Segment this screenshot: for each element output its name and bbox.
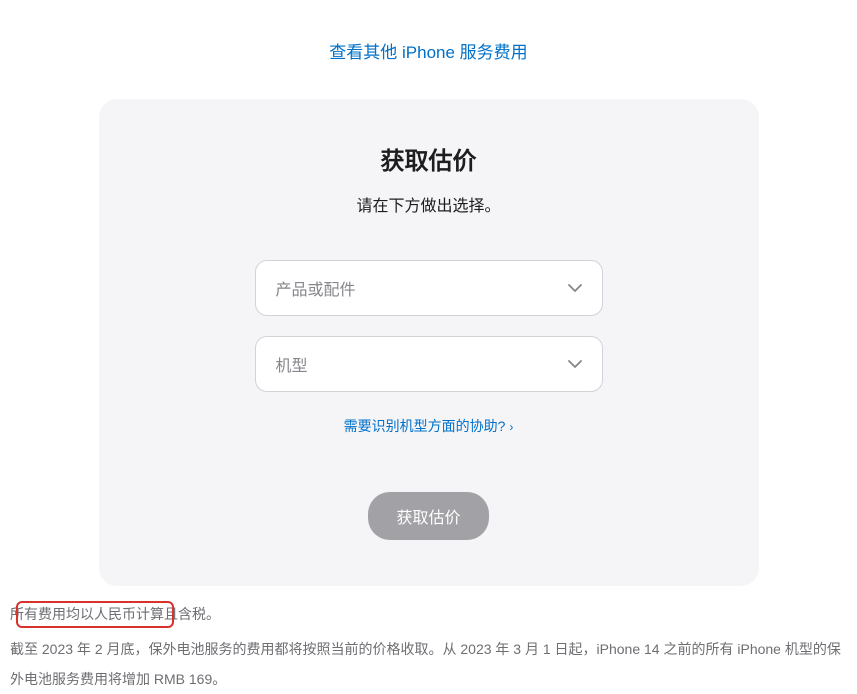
product-select-placeholder: 产品或配件 [276, 276, 356, 300]
footer-line-2: 截至 2023 年 2 月底，保外电池服务的费用都将按照当前的价格收取。从 20… [10, 635, 847, 694]
help-link-label: 需要识别机型方面的协助? [344, 418, 506, 434]
other-services-link[interactable]: 查看其他 iPhone 服务费用 [329, 43, 527, 62]
get-estimate-button[interactable]: 获取估价 [368, 492, 488, 540]
estimate-card: 获取估价 请在下方做出选择。 产品或配件 机型 需要识别机型方面的协助?› 获取… [99, 99, 759, 586]
help-link-container: 需要识别机型方面的协助?› [149, 416, 709, 436]
footer-text: 所有费用均以人民币计算且含税。 截至 2023 年 2 月底，保外电池服务的费用… [0, 586, 857, 694]
card-subtitle: 请在下方做出选择。 [149, 192, 709, 216]
identify-model-help-link[interactable]: 需要识别机型方面的协助?› [344, 418, 514, 434]
card-title: 获取估价 [149, 141, 709, 176]
top-link-container: 查看其他 iPhone 服务费用 [0, 0, 857, 63]
chevron-right-icon: › [509, 420, 513, 434]
chevron-down-icon [568, 279, 582, 297]
model-select-placeholder: 机型 [276, 352, 308, 376]
chevron-down-icon [568, 355, 582, 373]
footer-line-1: 所有费用均以人民币计算且含税。 [10, 600, 847, 629]
model-select[interactable]: 机型 [255, 336, 603, 392]
product-select[interactable]: 产品或配件 [255, 260, 603, 316]
